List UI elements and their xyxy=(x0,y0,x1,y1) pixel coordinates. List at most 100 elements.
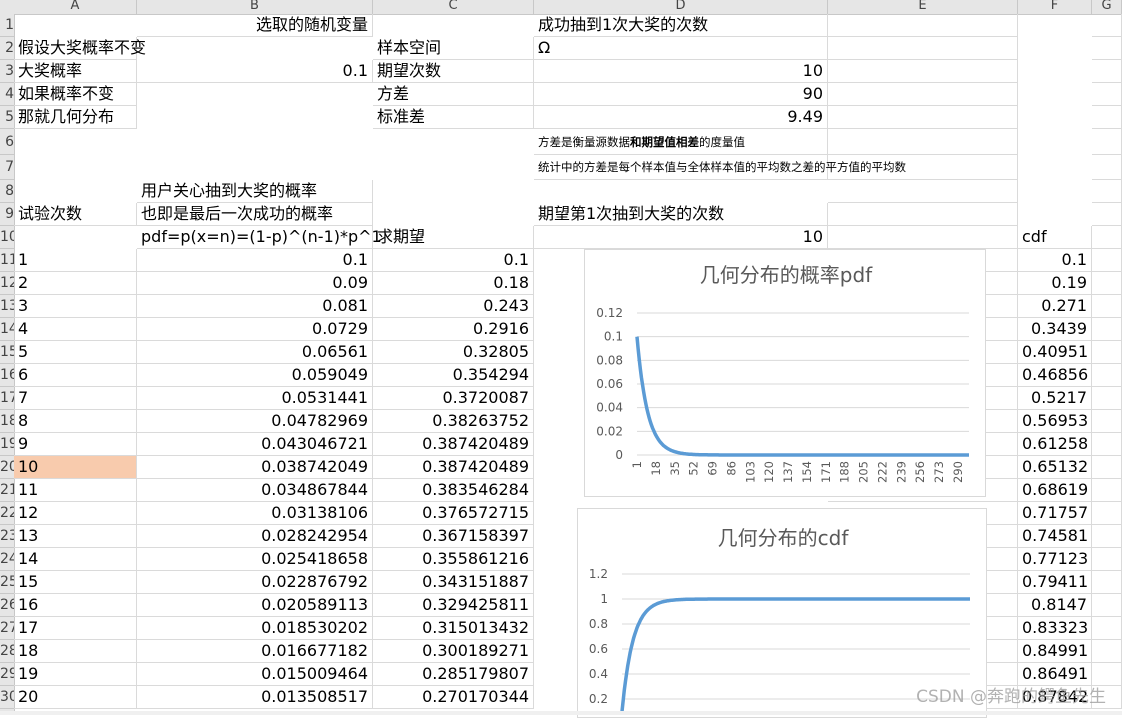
cell-a2[interactable]: 假设大奖概率不变 xyxy=(14,37,146,60)
row-header-27[interactable]: 27 xyxy=(0,617,14,640)
cell-expectation-value[interactable]: 0.1 xyxy=(373,249,534,272)
pdf-chart[interactable]: 几何分布的概率pdf 0.12 0.1 0.08 0.06 0.04 0.02 0 1 18 35… xyxy=(584,249,986,497)
cell-trial-number[interactable]: 18 xyxy=(14,640,137,663)
cell-b10[interactable]: pdf=p(x=n)=(1-p)^(n-1)*p^1 xyxy=(137,226,382,249)
empty-cell[interactable] xyxy=(828,180,1018,203)
cell-cdf-value[interactable]: 0.271 xyxy=(1018,295,1092,318)
empty-cell[interactable] xyxy=(828,14,1018,37)
empty-cell[interactable] xyxy=(1092,571,1122,594)
cell-expectation-value[interactable]: 0.315013432 xyxy=(373,617,534,640)
empty-cell[interactable] xyxy=(1092,387,1122,410)
cell-expectation-value[interactable]: 0.32805 xyxy=(373,341,534,364)
empty-cell[interactable] xyxy=(1092,502,1122,525)
cell-c10[interactable]: 求期望 xyxy=(373,226,534,249)
cell-a3[interactable]: 大奖概率 xyxy=(14,60,137,83)
column-header-a[interactable]: A xyxy=(14,0,137,14)
cell-expectation-value[interactable]: 0.18 xyxy=(373,272,534,295)
row-header-4[interactable]: 4 xyxy=(0,83,14,106)
column-header-f[interactable]: F xyxy=(1018,0,1092,14)
empty-cell[interactable] xyxy=(1092,594,1122,617)
cell-pdf-value[interactable]: 0.025418658 xyxy=(137,548,373,571)
row-header-29[interactable]: 29 xyxy=(0,663,14,686)
cell-trial-number[interactable]: 6 xyxy=(14,364,137,387)
cell-cdf-value[interactable]: 0.3439 xyxy=(1018,318,1092,341)
cell-cdf-value[interactable]: 0.56953 xyxy=(1018,410,1092,433)
row-header-10[interactable]: 10 xyxy=(0,226,14,249)
row-header-8[interactable]: 8 xyxy=(0,180,14,203)
cell-cdf-value[interactable]: 0.61258 xyxy=(1018,433,1092,456)
cell-pdf-value[interactable]: 0.04782969 xyxy=(137,410,373,433)
empty-cell[interactable] xyxy=(1092,410,1122,433)
cell-d4[interactable]: 90 xyxy=(534,83,828,106)
cell-cdf-value[interactable]: 0.71757 xyxy=(1018,502,1092,525)
cell-expectation-value[interactable]: 0.285179807 xyxy=(373,663,534,686)
cell-pdf-value[interactable]: 0.09 xyxy=(137,272,373,295)
cell-cdf-value[interactable]: 0.74581 xyxy=(1018,525,1092,548)
cell-pdf-value[interactable]: 0.013508517 xyxy=(137,686,373,709)
cell-c5[interactable]: 标准差 xyxy=(373,106,534,129)
cell-trial-number[interactable]: 12 xyxy=(14,502,137,525)
empty-cell[interactable] xyxy=(828,203,1018,226)
empty-cell[interactable] xyxy=(1092,155,1122,180)
cell-cdf-value[interactable]: 0.83323 xyxy=(1018,617,1092,640)
column-header-d[interactable]: D xyxy=(534,0,828,14)
cell-a4[interactable]: 如果概率不变 xyxy=(14,83,137,106)
row-header-9[interactable]: 9 xyxy=(0,203,14,226)
cell-cdf-value[interactable]: 0.65132 xyxy=(1018,456,1092,479)
empty-cell[interactable] xyxy=(1092,106,1122,129)
cell-expectation-value[interactable]: 0.270170344 xyxy=(373,686,534,709)
cell-pdf-value[interactable]: 0.034867844 xyxy=(137,479,373,502)
cell-c2[interactable]: 样本空间 xyxy=(373,37,534,60)
cell-expectation-value[interactable]: 0.387420489 xyxy=(373,456,534,479)
row-header-23[interactable]: 23 xyxy=(0,525,14,548)
empty-cell[interactable] xyxy=(1092,617,1122,640)
cell-cdf-value[interactable]: 0.79411 xyxy=(1018,571,1092,594)
cell-expectation-value[interactable]: 0.387420489 xyxy=(373,433,534,456)
cell-d10[interactable]: 10 xyxy=(534,226,828,249)
cell-d6[interactable]: 方差是衡量源数据和期望值相差的度量值 xyxy=(534,129,828,155)
row-header-20[interactable]: 20 xyxy=(0,456,14,479)
cell-cdf-value[interactable]: 0.46856 xyxy=(1018,364,1092,387)
cell-cdf-value[interactable]: 0.19 xyxy=(1018,272,1092,295)
empty-cell[interactable] xyxy=(1092,226,1122,249)
cell-expectation-value[interactable]: 0.38263752 xyxy=(373,410,534,433)
cell-cdf-value[interactable]: 0.1 xyxy=(1018,249,1092,272)
empty-cell[interactable] xyxy=(1092,272,1122,295)
cell-b9[interactable]: 也即是最后一次成功的概率 xyxy=(137,203,373,226)
cell-pdf-value[interactable]: 0.0531441 xyxy=(137,387,373,410)
cell-trial-number[interactable]: 2 xyxy=(14,272,137,295)
cell-expectation-value[interactable]: 0.367158397 xyxy=(373,525,534,548)
row-header-24[interactable]: 24 xyxy=(0,548,14,571)
cell-expectation-value[interactable]: 0.2916 xyxy=(373,318,534,341)
cell-pdf-value[interactable]: 0.022876792 xyxy=(137,571,373,594)
empty-cell[interactable] xyxy=(828,226,1018,249)
cell-pdf-value[interactable]: 0.081 xyxy=(137,295,373,318)
row-header-28[interactable]: 28 xyxy=(0,640,14,663)
empty-cell[interactable] xyxy=(828,60,1018,83)
empty-cell[interactable] xyxy=(1092,60,1122,83)
empty-cell[interactable] xyxy=(1092,83,1122,106)
row-header-3[interactable]: 3 xyxy=(0,60,14,83)
column-header-b[interactable]: B xyxy=(137,0,373,14)
cell-cdf-value[interactable]: 0.5217 xyxy=(1018,387,1092,410)
column-header-e[interactable]: E xyxy=(828,0,1018,14)
cell-pdf-value[interactable]: 0.015009464 xyxy=(137,663,373,686)
row-header-22[interactable]: 22 xyxy=(0,502,14,525)
cell-cdf-value[interactable]: 0.8147 xyxy=(1018,594,1092,617)
cell-trial-number[interactable]: 13 xyxy=(14,525,137,548)
empty-cell[interactable] xyxy=(828,106,1018,129)
cell-trial-number[interactable]: 5 xyxy=(14,341,137,364)
cell-b8[interactable]: 用户关心抽到大奖的概率 xyxy=(137,180,373,203)
row-header-1[interactable]: 1 xyxy=(0,14,14,37)
row-header-15[interactable]: 15 xyxy=(0,341,14,364)
empty-cell[interactable] xyxy=(1092,37,1122,60)
empty-cell[interactable] xyxy=(1092,456,1122,479)
cell-expectation-value[interactable]: 0.243 xyxy=(373,295,534,318)
row-header-2[interactable]: 2 xyxy=(0,37,14,60)
cell-trial-number[interactable]: 1 xyxy=(14,249,137,272)
cell-a9[interactable]: 试验次数 xyxy=(14,203,137,226)
row-header-21[interactable]: 21 xyxy=(0,479,14,502)
cell-trial-number[interactable]: 10 xyxy=(14,456,137,479)
cell-trial-number[interactable]: 9 xyxy=(14,433,137,456)
cell-pdf-value[interactable]: 0.1 xyxy=(137,249,373,272)
